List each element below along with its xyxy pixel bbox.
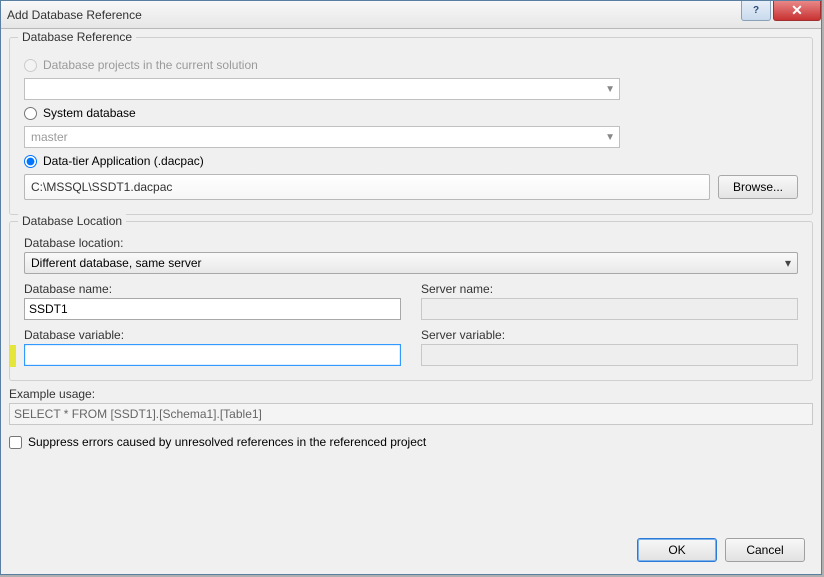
database-reference-title: Database Reference	[18, 30, 136, 44]
titlebar: Add Database Reference ? ✕	[1, 1, 821, 29]
chevron-down-icon: ▼	[605, 84, 615, 95]
example-text: SELECT * FROM [SSDT1].[Schema1].[Table1]	[14, 407, 262, 421]
database-location-group: Database Location Database location: Dif…	[9, 221, 813, 381]
radio-dacpac[interactable]	[24, 155, 37, 168]
radio-system[interactable]	[24, 107, 37, 120]
example-row: Example usage: SELECT * FROM [SSDT1].[Sc…	[9, 387, 813, 425]
browse-button[interactable]: Browse...	[718, 175, 798, 199]
footer-buttons: OK Cancel	[637, 538, 805, 562]
dacpac-file-row: C:\MSSQL\SSDT1.dacpac Browse...	[24, 174, 798, 200]
db-var-label: Database variable:	[24, 328, 401, 342]
database-location-title: Database Location	[18, 214, 126, 228]
location-label: Database location:	[24, 236, 798, 250]
db-name-label: Database name:	[24, 282, 401, 296]
radio-system-row: System database	[24, 106, 798, 120]
chevron-down-icon: ▼	[605, 132, 615, 143]
radio-dacpac-row: Data-tier Application (.dacpac)	[24, 154, 798, 168]
window-title: Add Database Reference	[7, 8, 142, 22]
location-combo[interactable]: Different database, same server ▾	[24, 252, 798, 274]
radio-system-label: System database	[43, 106, 136, 120]
titlebar-buttons: ? ✕	[741, 1, 821, 21]
projects-combo[interactable]: ▼	[24, 78, 620, 100]
system-combo[interactable]: master ▼	[24, 126, 620, 148]
ok-button[interactable]: OK	[637, 538, 717, 562]
example-box: SELECT * FROM [SSDT1].[Schema1].[Table1]	[9, 403, 813, 425]
db-name-input[interactable]	[24, 298, 401, 320]
radio-projects-row: Database projects in the current solutio…	[24, 58, 798, 72]
radio-projects[interactable]	[24, 59, 37, 72]
radio-projects-label: Database projects in the current solutio…	[43, 58, 258, 72]
chevron-down-icon: ▾	[785, 256, 791, 270]
system-combo-value: master	[31, 130, 68, 144]
location-combo-value: Different database, same server	[31, 256, 202, 270]
server-var-label: Server variable:	[421, 328, 798, 342]
cancel-button[interactable]: Cancel	[725, 538, 805, 562]
name-row: Database name: Server name:	[24, 282, 798, 320]
suppress-label: Suppress errors caused by unresolved ref…	[28, 435, 426, 449]
server-name-input	[421, 298, 798, 320]
server-var-input	[421, 344, 798, 366]
highlight-bar	[10, 345, 16, 367]
dialog-window: Add Database Reference ? ✕ Database Refe…	[0, 0, 822, 575]
close-button[interactable]: ✕	[773, 1, 821, 21]
dialog-content: Database Reference Database projects in …	[1, 29, 821, 574]
dacpac-path-input[interactable]: C:\MSSQL\SSDT1.dacpac	[24, 174, 710, 200]
database-reference-group: Database Reference Database projects in …	[9, 37, 813, 215]
suppress-row: Suppress errors caused by unresolved ref…	[9, 435, 813, 449]
db-var-input[interactable]	[24, 344, 401, 366]
radio-dacpac-label: Data-tier Application (.dacpac)	[43, 154, 204, 168]
help-button[interactable]: ?	[741, 1, 771, 21]
suppress-checkbox[interactable]	[9, 436, 22, 449]
example-label: Example usage:	[9, 387, 813, 401]
server-name-label: Server name:	[421, 282, 798, 296]
dacpac-path-text: C:\MSSQL\SSDT1.dacpac	[31, 180, 172, 194]
variable-row: Database variable: Server variable:	[24, 328, 798, 366]
